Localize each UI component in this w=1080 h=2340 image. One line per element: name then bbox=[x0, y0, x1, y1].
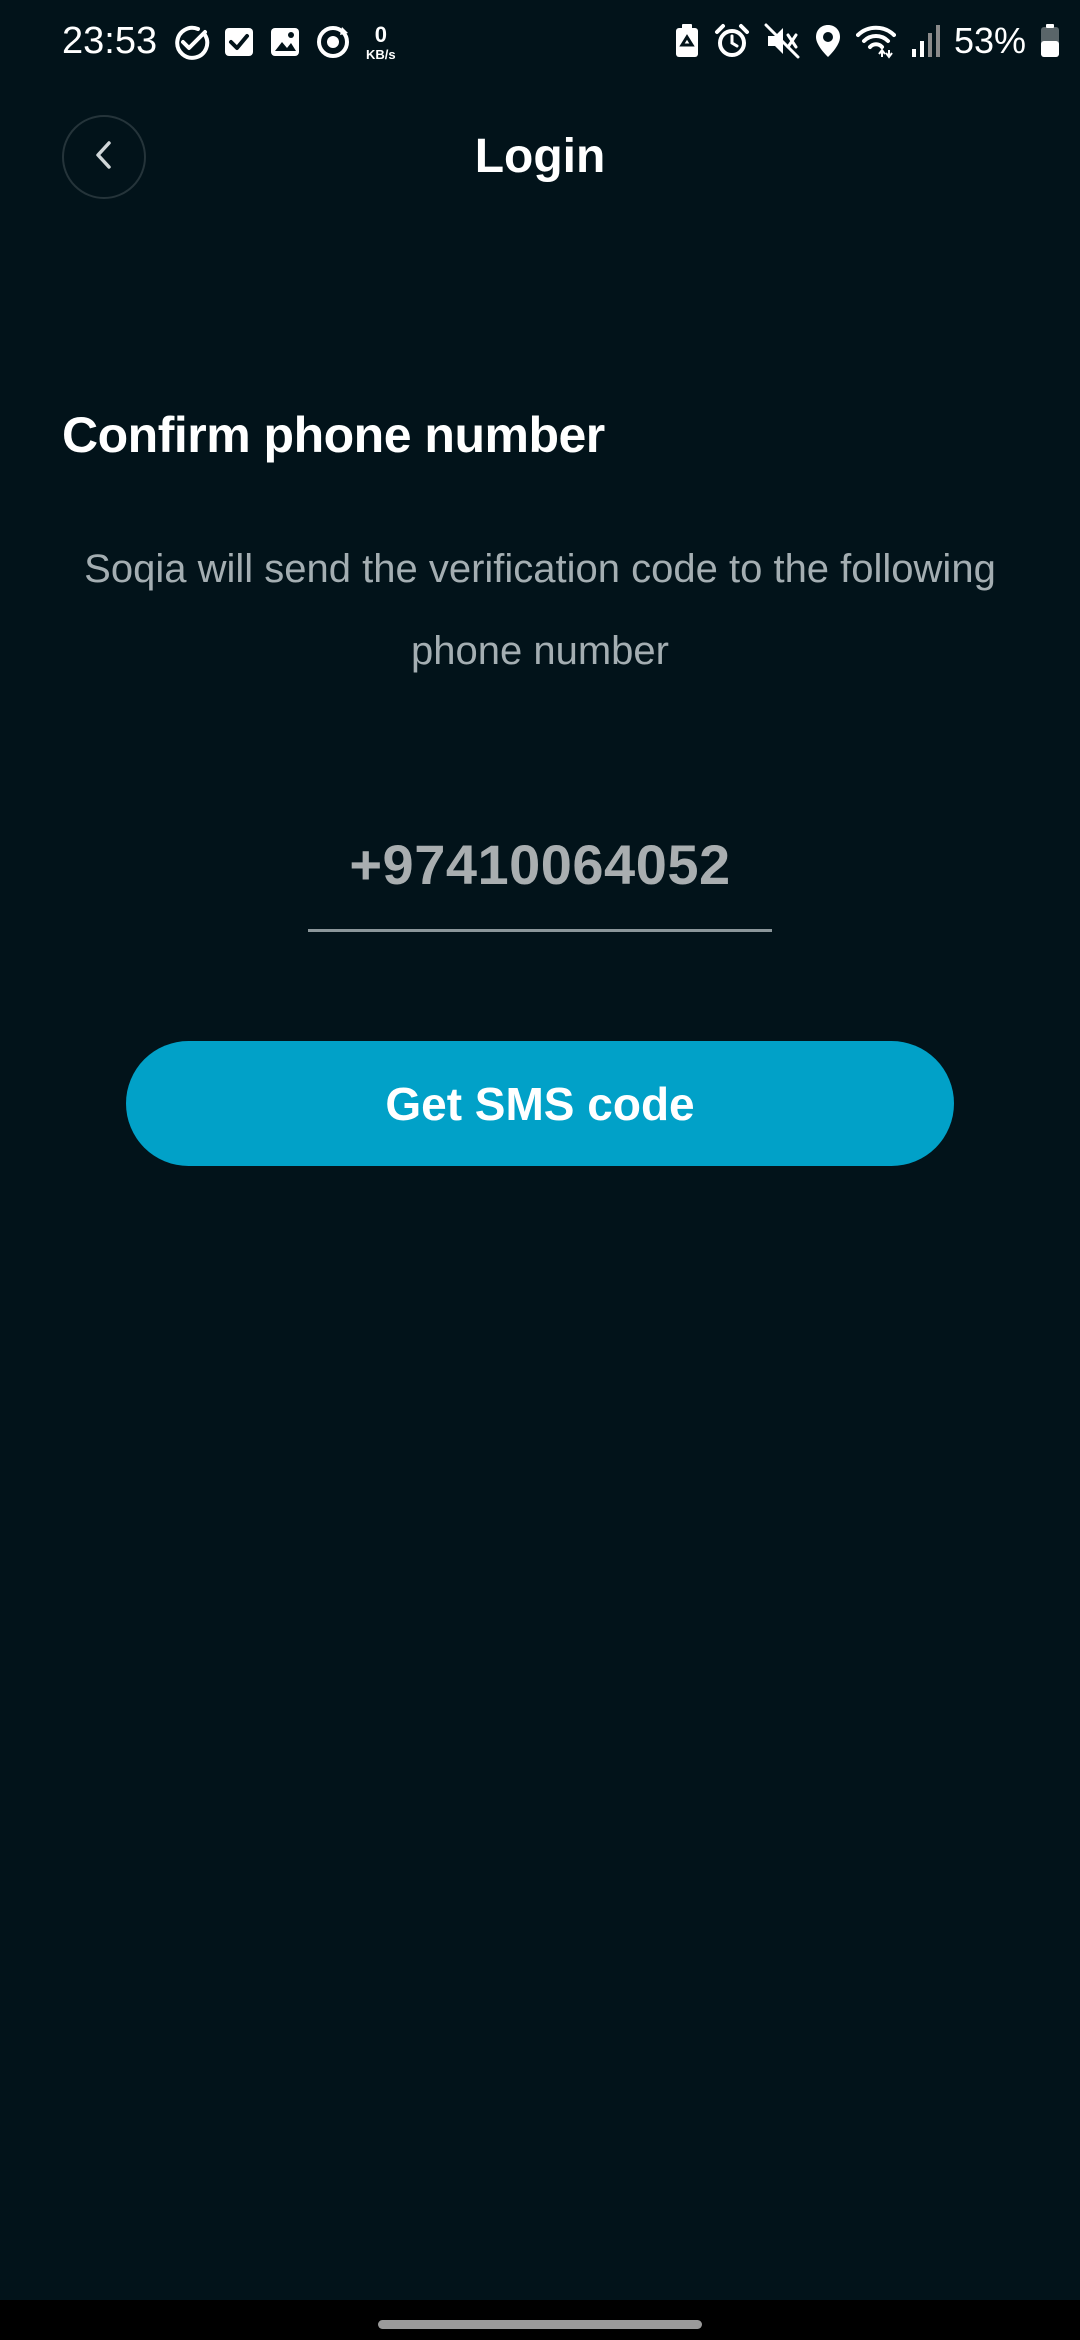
gallery-icon bbox=[268, 25, 302, 59]
phone-number-field[interactable]: +97410064052 bbox=[308, 820, 772, 932]
wifi-icon bbox=[855, 23, 896, 59]
get-sms-code-label: Get SMS code bbox=[385, 1077, 695, 1130]
status-right-icons: 53% bbox=[674, 18, 1060, 64]
phone-number-value: +97410064052 bbox=[349, 833, 731, 896]
location-icon bbox=[814, 23, 842, 59]
check-circle-icon bbox=[172, 23, 210, 61]
battery-saver-icon bbox=[674, 23, 700, 59]
section-heading: Confirm phone number bbox=[62, 407, 605, 463]
alarm-icon bbox=[714, 23, 750, 59]
network-speed-value: 0 bbox=[374, 21, 387, 47]
sync-icon bbox=[314, 23, 352, 61]
battery-icon bbox=[1040, 23, 1060, 59]
page-title: Login bbox=[474, 130, 606, 183]
login-screen: 23:53 0 KB/s 53% Login Confirm phone num… bbox=[0, 0, 1080, 2340]
status-left-icons: 0 KB/s bbox=[172, 20, 396, 64]
network-speed-unit: KB/s bbox=[366, 46, 396, 62]
verification-description: Soqia will send the verification code to… bbox=[84, 547, 996, 673]
mute-icon bbox=[764, 23, 800, 59]
checkbox-icon bbox=[222, 25, 256, 59]
network-speed: 0 KB/s bbox=[366, 21, 396, 62]
signal-icon bbox=[910, 23, 940, 59]
navigation-bar bbox=[0, 2300, 1080, 2340]
battery-percent: 53% bbox=[953, 20, 1026, 61]
home-indicator[interactable] bbox=[378, 2320, 702, 2329]
status-bar: 23:53 0 KB/s 53% bbox=[0, 0, 1080, 84]
get-sms-code-button[interactable]: Get SMS code bbox=[126, 1041, 954, 1166]
status-time: 23:53 bbox=[62, 20, 158, 62]
